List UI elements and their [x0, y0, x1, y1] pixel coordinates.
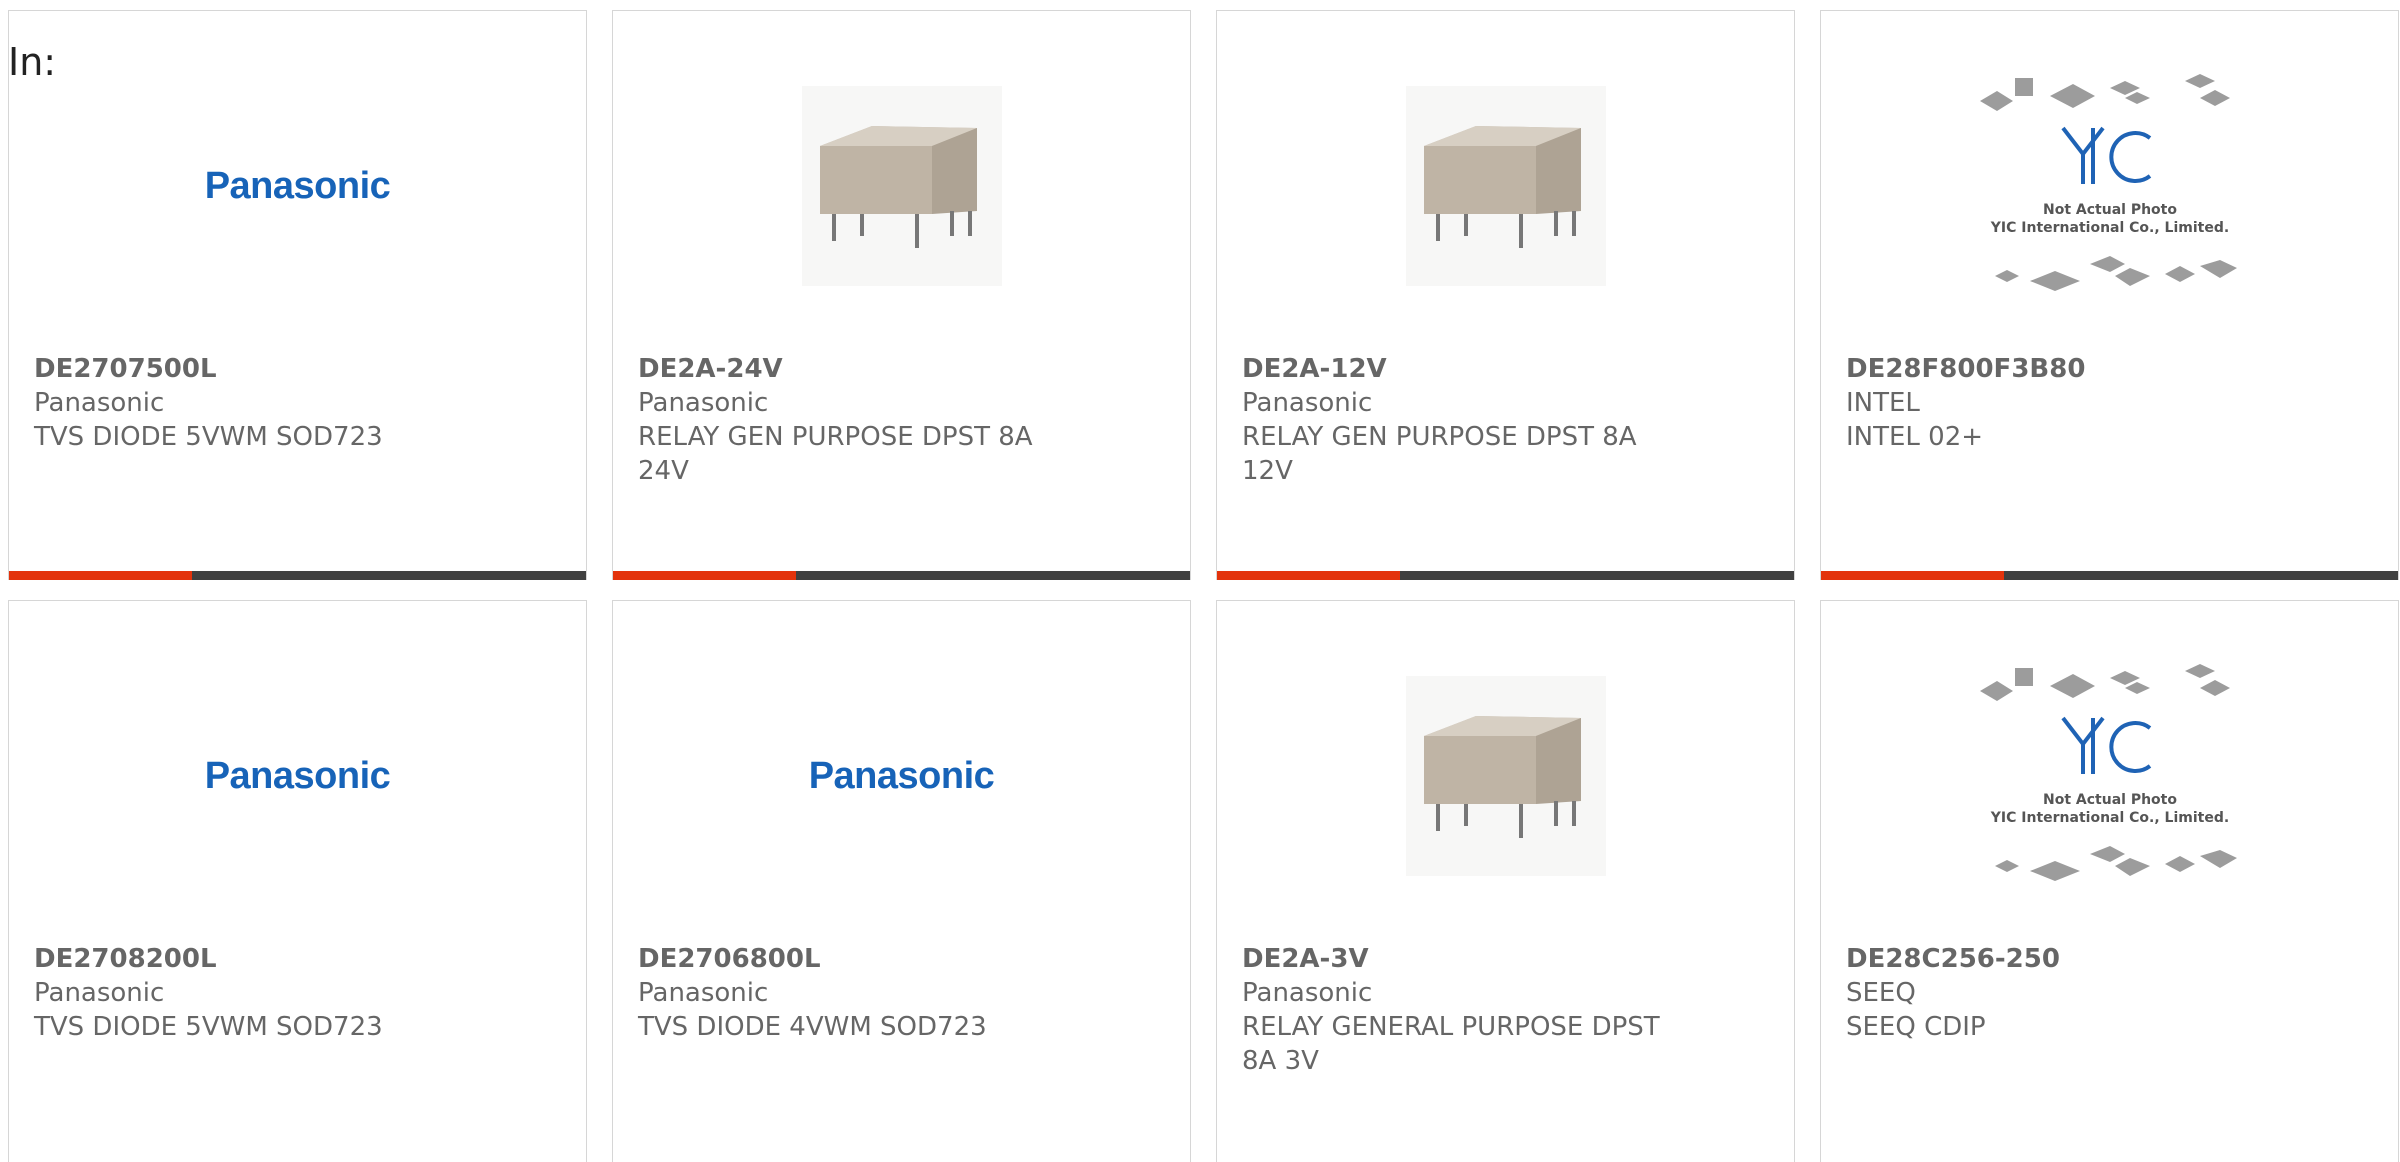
description: TVS DIODE 4VWM SOD723: [638, 1012, 987, 1042]
part-number[interactable]: DE2706800L: [638, 942, 1060, 976]
product-image[interactable]: [613, 66, 1190, 306]
manufacturer: INTEL: [1846, 388, 1920, 418]
product-image[interactable]: Not Actual Photo YIC International Co., …: [1821, 66, 2398, 306]
card-bottom-bar: [1217, 571, 1794, 580]
product-image[interactable]: Panasonic: [613, 656, 1190, 896]
panasonic-logo: Panasonic: [808, 754, 995, 797]
manufacturer: Panasonic: [638, 978, 769, 1008]
card-bottom-bar: [613, 571, 1190, 580]
part-number[interactable]: DE2708200L: [34, 942, 456, 976]
product-image[interactable]: [1217, 66, 1794, 306]
product-card[interactable]: DE2A-12V Panasonic RELAY GEN PURPOSE DPS…: [1216, 10, 1795, 580]
description: RELAY GEN PURPOSE DPST 8A 12V: [1242, 422, 1637, 486]
card-bottom-bar: [1821, 571, 2398, 580]
product-card[interactable]: Panasonic DE2706800L Panasonic TVS DIODE…: [612, 600, 1191, 1162]
part-number[interactable]: DE28C256-250: [1846, 942, 2268, 976]
yic-line1: Not Actual Photo: [2043, 792, 2177, 808]
part-number[interactable]: DE2A-24V: [638, 352, 1060, 386]
manufacturer: Panasonic: [34, 388, 165, 418]
product-image[interactable]: Panasonic: [9, 66, 586, 306]
yic-line2: YIC International Co., Limited.: [1989, 810, 2228, 826]
relay-photo: [1405, 676, 1606, 876]
card-accent: [613, 571, 796, 580]
panasonic-logo: Panasonic: [204, 754, 391, 797]
product-card[interactable]: Not Actual Photo YIC International Co., …: [1820, 10, 2399, 580]
description: TVS DIODE 5VWM SOD723: [34, 422, 383, 452]
description: SEEQ CDIP: [1846, 1012, 1986, 1042]
product-image[interactable]: Panasonic: [9, 656, 586, 896]
card-accent: [9, 571, 192, 580]
manufacturer: Panasonic: [638, 388, 769, 418]
yic-line2: YIC International Co., Limited.: [1989, 220, 2228, 236]
card-accent: [1217, 571, 1400, 580]
product-card[interactable]: DE2A-24V Panasonic RELAY GEN PURPOSE DPS…: [612, 10, 1191, 580]
part-number[interactable]: DE2707500L: [34, 352, 456, 386]
product-card[interactable]: Panasonic DE2708200L Panasonic TVS DIODE…: [8, 600, 587, 1162]
relay-photo: [801, 86, 1002, 286]
manufacturer: Panasonic: [1242, 978, 1373, 1008]
panasonic-logo: Panasonic: [204, 164, 391, 207]
description: RELAY GEN PURPOSE DPST 8A 24V: [638, 422, 1033, 486]
manufacturer: SEEQ: [1846, 978, 1916, 1008]
product-image[interactable]: Not Actual Photo YIC International Co., …: [1821, 656, 2398, 896]
description: TVS DIODE 5VWM SOD723: [34, 1012, 383, 1042]
product-card[interactable]: Panasonic DE2707500L Panasonic TVS DIODE…: [8, 10, 587, 580]
product-card[interactable]: Not Actual Photo YIC International Co., …: [1820, 600, 2399, 1162]
part-number[interactable]: DE2A-12V: [1242, 352, 1664, 386]
product-card[interactable]: DE2A-3V Panasonic RELAY GENERAL PURPOSE …: [1216, 600, 1795, 1162]
product-grid-page: In: Panasonic DE2707500L Panasonic TVS D…: [0, 0, 2400, 1162]
part-number[interactable]: DE2A-3V: [1242, 942, 1664, 976]
yic-placeholder-image: Not Actual Photo YIC International Co., …: [1979, 664, 2237, 881]
yic-line1: Not Actual Photo: [2043, 202, 2177, 218]
manufacturer: Panasonic: [1242, 388, 1373, 418]
in-label: In:: [8, 40, 57, 84]
part-number[interactable]: DE28F800F3B80: [1846, 352, 2268, 386]
card-bottom-bar: [9, 571, 586, 580]
description: INTEL 02+: [1846, 422, 1984, 452]
yic-placeholder-image: Not Actual Photo YIC International Co., …: [1979, 74, 2237, 291]
product-image[interactable]: [1217, 656, 1794, 896]
manufacturer: Panasonic: [34, 978, 165, 1008]
card-accent: [1821, 571, 2004, 580]
description: RELAY GENERAL PURPOSE DPST 8A 3V: [1242, 1012, 1660, 1076]
relay-photo: [1405, 86, 1606, 286]
